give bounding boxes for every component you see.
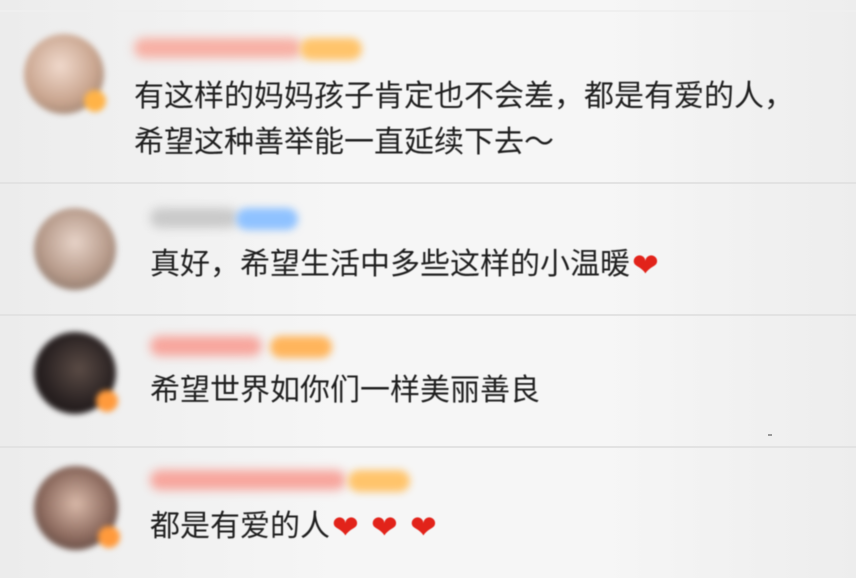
avatar[interactable] <box>24 34 106 114</box>
comment-text: 真好，希望生活中多些这样的小温暖❤ <box>150 242 659 288</box>
username[interactable] <box>150 470 346 490</box>
heart-emoji-icon: ❤ <box>632 246 659 284</box>
username[interactable] <box>150 336 262 356</box>
avatar[interactable] <box>34 466 120 550</box>
comment-text: 有这样的妈妈孩子肯定也不会差，都是有爱的人， 希望这种善举能一直延续下去～ <box>134 74 794 166</box>
comment-feed: 有这样的妈妈孩子肯定也不会差，都是有爱的人， 希望这种善举能一直延续下去～ 真好… <box>0 0 856 578</box>
comment-item[interactable]: 有这样的妈妈孩子肯定也不会差，都是有爱的人， 希望这种善举能一直延续下去～ <box>0 14 856 180</box>
verified-badge-icon <box>98 526 120 548</box>
divider <box>768 434 772 436</box>
comment-item[interactable]: 都是有爱的人❤ ❤ ❤ <box>0 450 856 576</box>
username[interactable] <box>150 208 238 228</box>
vip-badge-icon <box>300 38 362 60</box>
divider <box>0 182 856 184</box>
comment-text-line: 有这样的妈妈孩子肯定也不会差，都是有爱的人， <box>134 79 794 114</box>
divider <box>0 314 856 316</box>
vip-badge-icon <box>348 470 410 492</box>
avatar[interactable] <box>34 332 118 414</box>
vip-badge-icon <box>270 336 332 358</box>
verified-badge-icon <box>96 390 118 412</box>
comment-text: 都是有爱的人❤ ❤ ❤ <box>150 504 437 550</box>
comment-text-line: 希望这种善举能一直延续下去～ <box>134 125 554 160</box>
comment-text-line: 都是有爱的人 <box>150 509 330 544</box>
divider <box>0 446 856 448</box>
vip-badge-icon <box>236 208 298 230</box>
comment-item[interactable]: 真好，希望生活中多些这样的小温暖❤ <box>0 186 856 312</box>
username[interactable] <box>134 38 302 58</box>
verified-badge-icon <box>84 90 106 112</box>
avatar[interactable] <box>34 208 116 290</box>
comment-text-line: 希望世界如你们一样美丽善良 <box>150 373 540 408</box>
divider <box>0 10 856 12</box>
comment-text: 希望世界如你们一样美丽善良 <box>150 368 540 414</box>
comment-text-line: 真好，希望生活中多些这样的小温暖 <box>150 247 630 282</box>
heart-emoji-icon: ❤ ❤ ❤ <box>332 508 437 546</box>
comment-item[interactable]: 希望世界如你们一样美丽善良 <box>0 318 856 446</box>
